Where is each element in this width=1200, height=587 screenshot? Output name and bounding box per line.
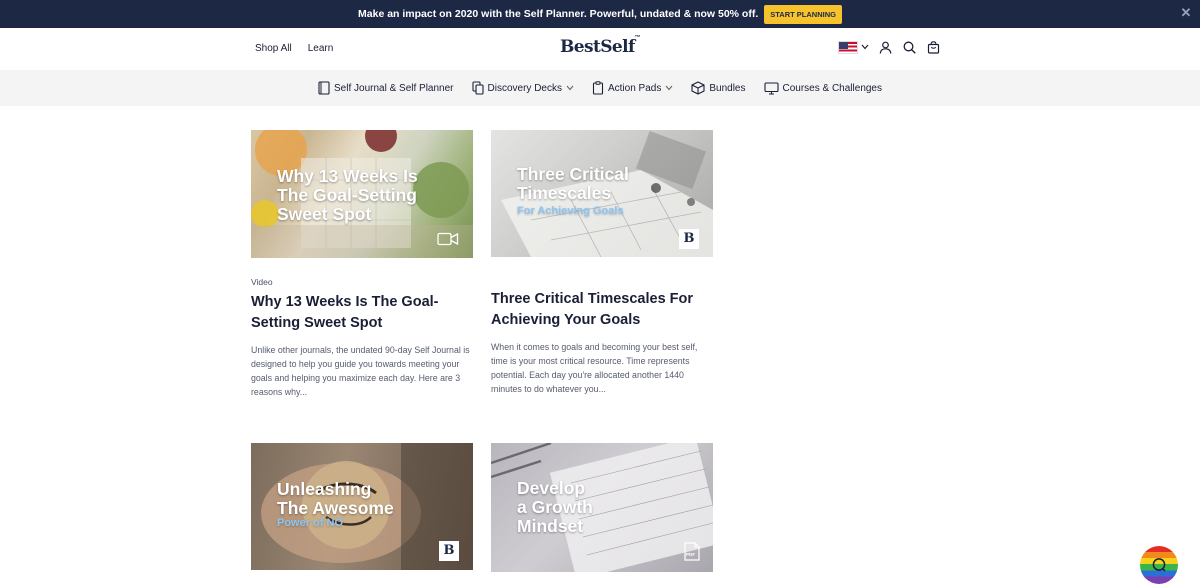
- thumbnail-line: Develop: [517, 478, 586, 498]
- category-label: Discovery Decks: [487, 82, 562, 94]
- article-card[interactable]: Three Critical Timescales For Achieving …: [491, 130, 713, 396]
- account-icon[interactable]: [877, 39, 893, 55]
- thumbnail-title: Why 13 Weeks Is The Goal-Setting Sweet S…: [277, 167, 418, 224]
- header-actions: [838, 39, 941, 55]
- chat-button[interactable]: [1140, 546, 1178, 584]
- primary-nav: Shop All Learn: [255, 43, 333, 54]
- thumbnail-subtitle: Power of NO: [277, 517, 344, 529]
- pdf-label: PDF: [686, 552, 695, 557]
- thumbnail-title: Develop a Growth Mindset: [517, 479, 593, 536]
- bestself-logo[interactable]: BestSelf™: [560, 35, 641, 57]
- article-card[interactable]: Why 13 Weeks Is The Goal-Setting Sweet S…: [251, 130, 473, 399]
- cards-icon: [471, 81, 484, 95]
- thumbnail-line: Why 13 Weeks Is: [277, 166, 418, 186]
- country-selector[interactable]: [838, 40, 869, 54]
- bestself-badge: B: [439, 541, 459, 561]
- thumbnail-line: Sweet Spot: [277, 204, 372, 224]
- video-icon: [437, 232, 459, 246]
- us-flag-icon: [838, 40, 858, 54]
- card-thumbnail[interactable]: Why 13 Weeks Is The Goal-Setting Sweet S…: [251, 130, 473, 258]
- promo-text: Make an impact on 2020 with the Self Pla…: [358, 8, 759, 20]
- category-nav: Self Journal & Self Planner Discovery De…: [0, 70, 1200, 106]
- chevron-down-icon: [665, 85, 673, 91]
- chevron-down-icon: [861, 44, 869, 50]
- close-icon[interactable]: ✕: [1180, 6, 1192, 20]
- article-card[interactable]: Develop a Growth Mindset PDF: [491, 443, 713, 572]
- category-label: Action Pads: [607, 82, 662, 94]
- category-label: Courses & Challenges: [782, 82, 883, 94]
- category-bundles[interactable]: Bundles: [691, 81, 746, 95]
- thumbnail-title: Unleashing The Awesome: [277, 480, 394, 518]
- site-header: Shop All Learn BestSelf™: [0, 30, 1200, 70]
- category-self-journal[interactable]: Self Journal & Self Planner: [318, 81, 454, 95]
- card-title[interactable]: Three Critical Timescales For Achieving …: [491, 289, 713, 331]
- clipboard-icon: [592, 81, 604, 95]
- box-icon: [691, 81, 705, 95]
- start-planning-button[interactable]: START PLANNING: [764, 4, 842, 24]
- thumbnail-line: Unleashing: [277, 479, 372, 499]
- card-thumbnail[interactable]: Develop a Growth Mindset PDF: [491, 443, 713, 572]
- category-label: Bundles: [709, 82, 746, 94]
- thumbnail-line: Three Critical: [517, 164, 629, 184]
- journal-icon: [318, 81, 330, 95]
- category-courses[interactable]: Courses & Challenges: [763, 81, 883, 95]
- logo-trademark: ™: [634, 35, 641, 41]
- chat-icon: [1152, 558, 1166, 572]
- bestself-badge: B: [679, 229, 699, 249]
- category-label: Self Journal & Self Planner: [334, 82, 454, 94]
- card-excerpt: When it comes to goals and becoming your…: [491, 342, 698, 394]
- card-title[interactable]: Why 13 Weeks Is The Goal-Setting Sweet S…: [251, 292, 473, 334]
- article-card[interactable]: Unleashing The Awesome Power of NO B: [251, 443, 473, 570]
- promo-bar: Make an impact on 2020 with the Self Pla…: [0, 0, 1200, 28]
- thumbnail-line: Mindset: [517, 516, 584, 536]
- thumbnail-line: a Growth: [517, 497, 593, 517]
- pdf-icon: PDF: [684, 542, 700, 561]
- card-excerpt: Unlike other journals, the undated 90-da…: [251, 345, 470, 397]
- nav-shop-all[interactable]: Shop All: [255, 43, 292, 54]
- thumbnail-line: The Awesome: [277, 498, 394, 518]
- thumbnail-title: Three Critical Timescales: [517, 165, 629, 203]
- chevron-down-icon: [566, 85, 574, 91]
- card-type: Video: [251, 277, 273, 287]
- card-thumbnail[interactable]: Three Critical Timescales For Achieving …: [491, 130, 713, 257]
- thumbnail-line: The Goal-Setting: [277, 185, 417, 205]
- logo-text: BestSelf: [560, 37, 635, 57]
- cart-icon[interactable]: [925, 39, 941, 55]
- nav-learn[interactable]: Learn: [308, 43, 334, 54]
- thumbnail-line: Timescales: [517, 183, 612, 203]
- thumbnail-subtitle: For Achieving Goals: [517, 205, 624, 217]
- monitor-icon: [763, 81, 779, 95]
- search-icon[interactable]: [901, 39, 917, 55]
- card-thumbnail[interactable]: Unleashing The Awesome Power of NO B: [251, 443, 473, 570]
- category-action-pads[interactable]: Action Pads: [592, 81, 673, 95]
- category-discovery-decks[interactable]: Discovery Decks: [471, 81, 574, 95]
